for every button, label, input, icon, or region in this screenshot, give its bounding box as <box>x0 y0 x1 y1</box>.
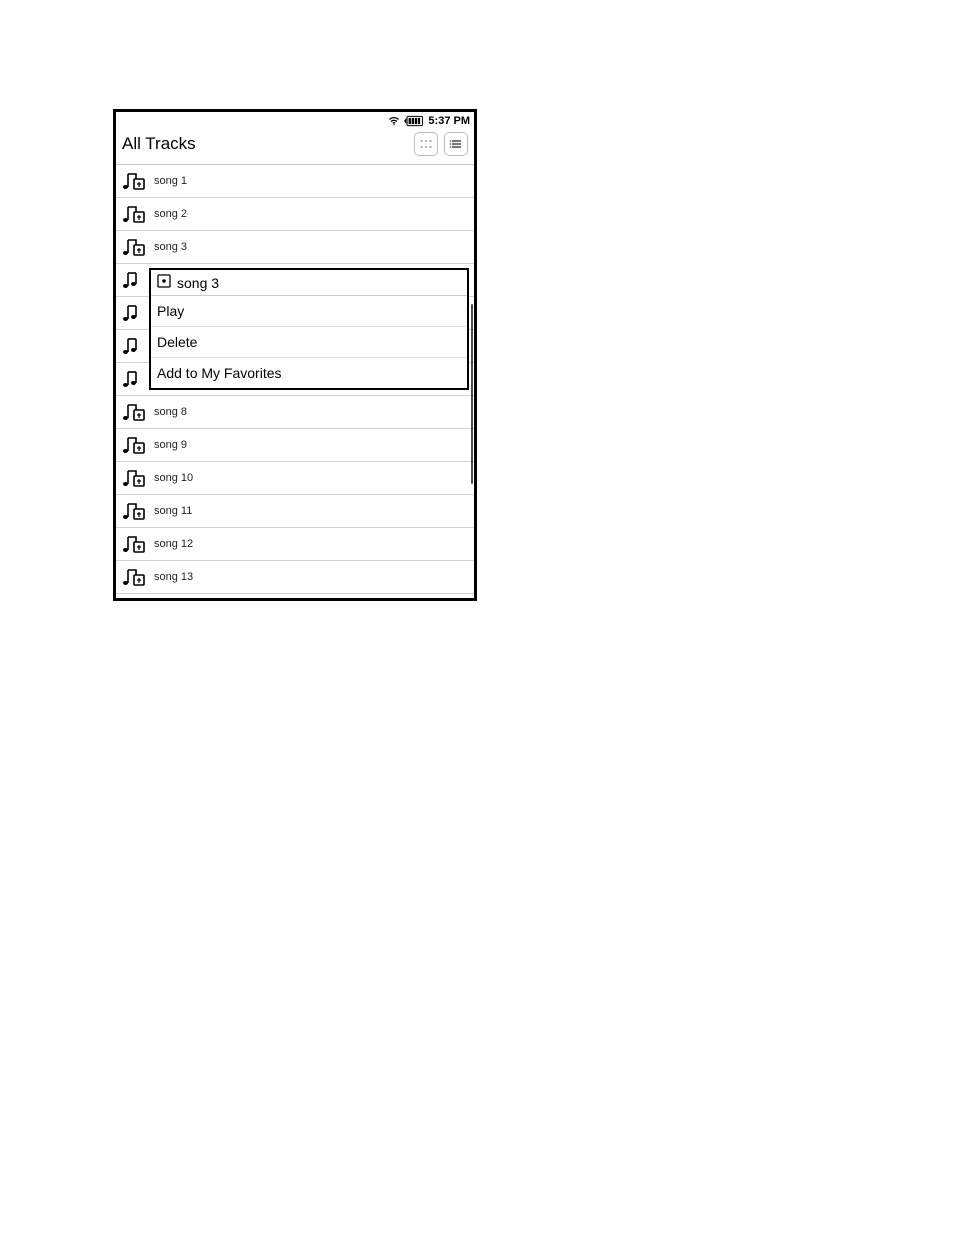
track-label: song 11 <box>154 505 192 517</box>
track-row[interactable]: song 9 <box>116 429 474 462</box>
menu-item-play[interactable]: Play <box>151 296 467 327</box>
track-label: song 12 <box>154 538 193 550</box>
music-note-icon <box>120 335 148 357</box>
track-label: song 10 <box>154 472 193 484</box>
track-label: song 3 <box>154 241 187 253</box>
scrollbar[interactable] <box>471 304 473 484</box>
track-row[interactable]: song 3 <box>116 231 474 264</box>
music-note-icon <box>120 500 148 522</box>
music-note-icon <box>120 203 148 225</box>
track-row[interactable]: song 11 <box>116 495 474 528</box>
track-label: song 1 <box>154 175 187 187</box>
battery-icon <box>404 115 424 127</box>
context-menu-title: song 3 <box>177 275 219 291</box>
music-note-icon <box>120 434 148 456</box>
track-label: song 8 <box>154 406 187 418</box>
device-frame: 5:37 PM All Tracks <box>113 109 477 601</box>
wifi-icon <box>388 115 400 127</box>
track-row[interactable]: song 1 <box>116 165 474 198</box>
music-note-icon <box>120 236 148 258</box>
track-row[interactable]: song 8 <box>116 396 474 429</box>
music-note-icon <box>120 566 148 588</box>
page-title: All Tracks <box>122 134 196 154</box>
track-label: song 2 <box>154 208 187 220</box>
music-note-icon <box>120 269 148 291</box>
menu-item-add-favorites[interactable]: Add to My Favorites <box>151 358 467 388</box>
status-time: 5:37 PM <box>428 115 470 127</box>
track-row[interactable]: song 2 <box>116 198 474 231</box>
screen-header: All Tracks <box>116 130 474 165</box>
track-row[interactable]: song 13 <box>116 561 474 594</box>
header-actions <box>414 132 468 156</box>
music-note-icon <box>120 401 148 423</box>
menu-item-delete[interactable]: Delete <box>151 327 467 358</box>
list-view-button[interactable] <box>444 132 468 156</box>
music-note-icon <box>120 170 148 192</box>
context-menu-header: song 3 <box>151 270 467 296</box>
album-icon <box>157 274 171 291</box>
music-note-icon <box>120 368 148 390</box>
music-note-icon <box>120 533 148 555</box>
track-label: song 9 <box>154 439 187 451</box>
music-note-icon <box>120 302 148 324</box>
track-label: song 13 <box>154 571 193 583</box>
music-note-icon <box>120 467 148 489</box>
grid-view-button[interactable] <box>414 132 438 156</box>
context-menu: song 3 Play Delete Add to My Favorites <box>149 268 469 390</box>
track-row[interactable]: song 10 <box>116 462 474 495</box>
track-row[interactable]: song 12 <box>116 528 474 561</box>
status-bar: 5:37 PM <box>116 112 474 130</box>
